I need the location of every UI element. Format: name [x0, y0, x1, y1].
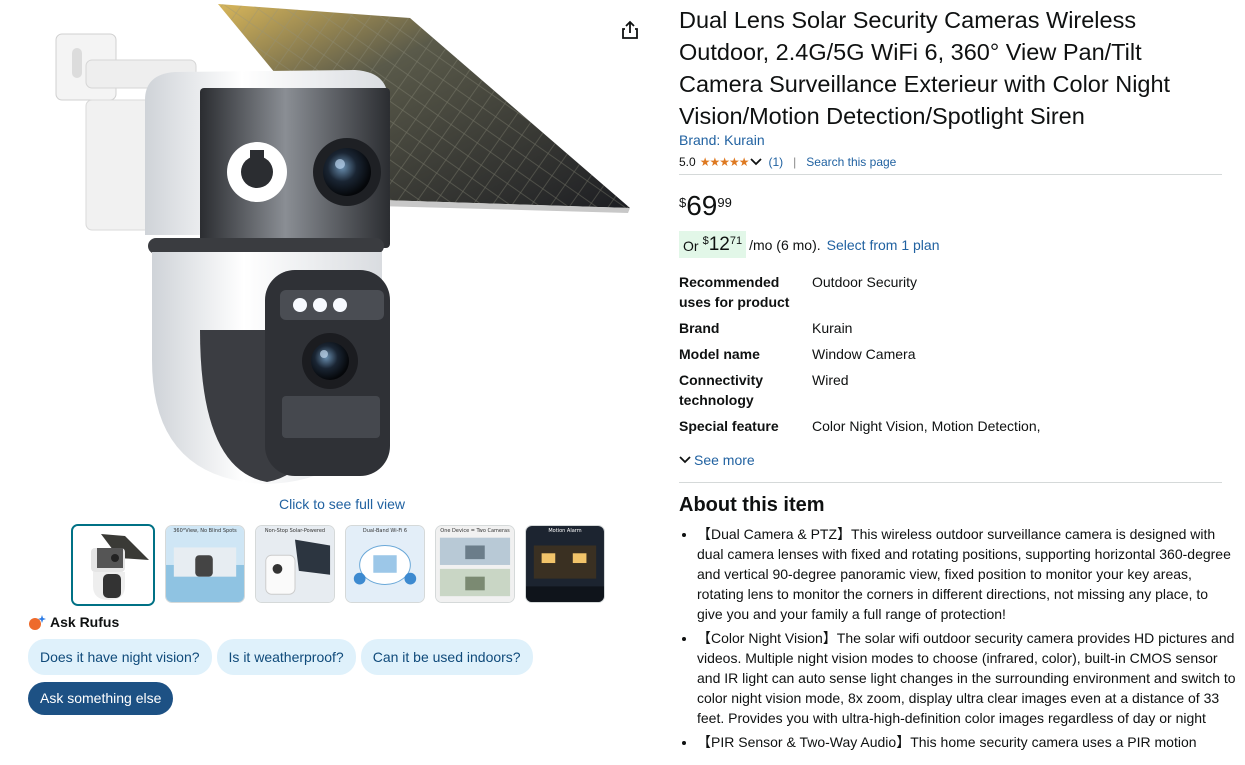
price-symbol: $ — [679, 195, 687, 210]
spec-value: Outdoor Security — [812, 274, 918, 290]
thumbnail-1[interactable] — [71, 524, 155, 606]
full-view-link[interactable]: Click to see full view — [0, 496, 684, 512]
thumbnail-4[interactable]: Dual-Band Wi-Fi 6 — [345, 525, 425, 603]
share-button[interactable] — [617, 16, 643, 44]
rufus-title: Ask Rufus — [50, 614, 120, 630]
spec-value: Color Night Vision, Motion Detection, — [812, 418, 1041, 434]
see-more-label: See more — [694, 452, 755, 468]
feature-bullet: 【Color Night Vision】The solar wifi outdo… — [697, 628, 1237, 728]
monthly-whole: 12 — [708, 234, 730, 255]
feature-bullet: 【PIR Sensor & Two-Way Audio】This home se… — [697, 732, 1237, 752]
monthly-fraction: 71 — [729, 235, 743, 247]
rating-value: 5.0 — [679, 155, 696, 169]
thumbnail-strip: 360°View, No Blind Spots Non-Stop Solar-… — [71, 524, 605, 606]
thumbnail-5[interactable]: One Device = Two Cameras — [435, 525, 515, 603]
rufus-icon — [29, 615, 46, 630]
share-icon — [622, 20, 638, 39]
thumbnail-3[interactable]: Non-Stop Solar-Powered — [255, 525, 335, 603]
price-whole: 69 — [686, 190, 718, 221]
spec-value: Kurain — [812, 320, 853, 336]
spec-table-fade — [679, 440, 1219, 456]
spec-key: Connectivity technology — [679, 372, 764, 408]
divider — [679, 174, 1222, 175]
spec-row: Brand Kurain — [679, 318, 1219, 338]
rufus-chip-night-vision[interactable]: Does it have night vision? — [28, 639, 212, 675]
spec-key: Brand — [679, 320, 720, 336]
chevron-down-icon — [679, 456, 691, 464]
spec-value: Wired — [812, 372, 849, 388]
product-title: Dual Lens Solar Security Cameras Wireles… — [679, 7, 1171, 129]
spec-key: Recommended uses for product — [679, 274, 790, 310]
rufus-header: Ask Rufus — [28, 614, 119, 630]
feature-bullets: 【Dual Camera & PTZ】This wireless outdoor… — [679, 524, 1237, 756]
spec-table: Recommended uses for product Outdoor Sec… — [679, 272, 1219, 442]
divider: | — [793, 155, 797, 169]
product-main-image[interactable] — [50, 0, 640, 490]
brand-link[interactable]: Brand: Kurain — [679, 132, 765, 148]
star-rating-icon[interactable]: ★★★★★ — [700, 155, 750, 169]
divider — [679, 482, 1222, 483]
spec-row: Connectivity technology Wired — [679, 370, 1219, 410]
spec-key: Special feature — [679, 418, 779, 434]
rating-count-link[interactable]: (1) — [768, 155, 783, 169]
search-this-page-link[interactable]: Search this page — [806, 155, 896, 169]
rufus-chip-indoors[interactable]: Can it be used indoors? — [360, 639, 533, 675]
rufus-chip-weatherproof[interactable]: Is it weatherproof? — [216, 639, 356, 675]
price: $ 69 99 — [679, 188, 732, 224]
thumbnail-6[interactable]: Motion Alarm — [525, 525, 605, 603]
select-plan-link[interactable]: Select from 1 plan — [827, 237, 940, 253]
rating-row: 5.0 ★★★★★ (1) | Search this page — [679, 155, 896, 169]
spec-value: Window Camera — [812, 346, 916, 362]
spec-row: Model name Window Camera — [679, 344, 1219, 364]
thumbnail-2[interactable]: 360°View, No Blind Spots — [165, 525, 245, 603]
chevron-down-icon[interactable] — [750, 158, 763, 166]
monthly-or: Or — [683, 238, 699, 254]
see-more-button[interactable]: See more — [679, 452, 755, 468]
spec-row: Special feature Color Night Vision, Moti… — [679, 416, 1219, 436]
monthly-price-badge: Or $ 12 71 — [679, 231, 747, 258]
thumbnail-caption: Motion Alarm — [548, 528, 582, 534]
rufus-suggestions: Does it have night vision? Is it weather… — [28, 639, 533, 675]
thumbnail-caption: Dual-Band Wi-Fi 6 — [362, 528, 408, 534]
feature-bullet: 【Dual Camera & PTZ】This wireless outdoor… — [697, 524, 1237, 624]
monthly-term: /mo (6 mo). — [749, 236, 821, 253]
about-this-item-heading: About this item — [679, 494, 825, 516]
monthly-payment: Or $ 12 71 /mo (6 mo). Select from 1 pla… — [679, 231, 940, 258]
thumbnail-caption: One Device = Two Cameras — [440, 528, 510, 534]
thumbnail-caption: Non-Stop Solar-Powered — [264, 528, 326, 534]
ask-something-else-button[interactable]: Ask something else — [28, 682, 174, 715]
price-fraction: 99 — [717, 195, 732, 210]
spec-row: Recommended uses for product Outdoor Sec… — [679, 272, 1219, 312]
thumbnail-caption: 360°View, No Blind Spots — [173, 528, 237, 534]
spec-key: Model name — [679, 346, 760, 362]
